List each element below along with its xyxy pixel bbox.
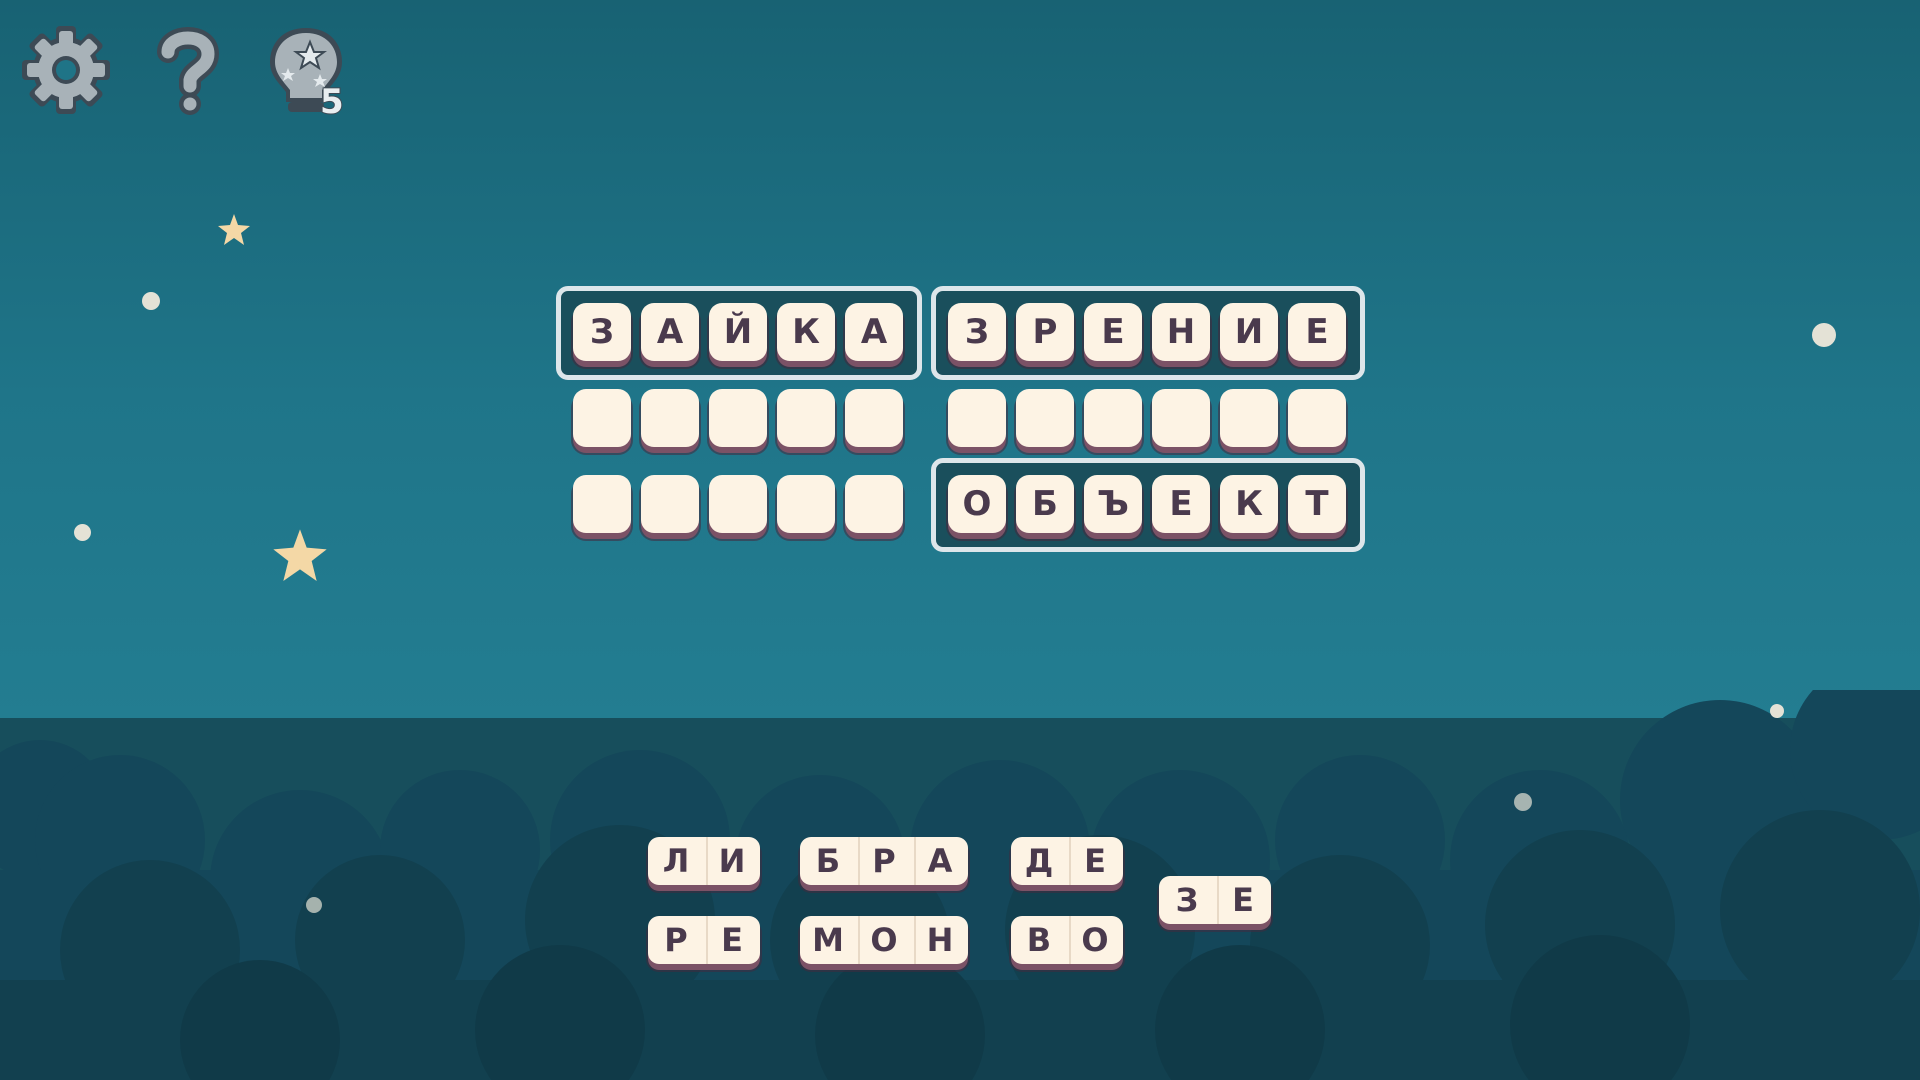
letter-tile: О bbox=[948, 475, 1006, 533]
empty-letter-slot[interactable] bbox=[777, 475, 835, 533]
star-dot bbox=[306, 897, 322, 913]
letter-tile: К bbox=[1220, 475, 1278, 533]
hints-button[interactable]: 5 bbox=[258, 22, 354, 123]
letter-tile: З bbox=[573, 303, 631, 361]
syllable-piece[interactable]: БРА bbox=[800, 837, 968, 885]
letter-tile: Е bbox=[1152, 475, 1210, 533]
piece-letter: Р bbox=[664, 921, 688, 959]
star-dot bbox=[142, 292, 160, 310]
piece-letter: Н bbox=[914, 916, 964, 964]
empty-letter-slot[interactable] bbox=[641, 389, 699, 447]
syllable-piece[interactable]: ЛИ bbox=[648, 837, 760, 885]
piece-letter: Л bbox=[662, 842, 690, 880]
piece-letter: О bbox=[1069, 916, 1119, 964]
star-icon bbox=[218, 214, 250, 245]
empty-letter-slot[interactable] bbox=[1016, 389, 1074, 447]
letter-tile: Т bbox=[1288, 475, 1346, 533]
star-dot bbox=[1514, 793, 1532, 811]
empty-letter-slot[interactable] bbox=[1152, 389, 1210, 447]
syllable-piece[interactable]: ДЕ bbox=[1011, 837, 1123, 885]
piece-letter: Е bbox=[1069, 837, 1119, 885]
clouds-decoration bbox=[0, 690, 1920, 1080]
empty-letter-slot[interactable] bbox=[1084, 389, 1142, 447]
piece-letter: А bbox=[914, 837, 964, 885]
syllable-piece[interactable]: ВО bbox=[1011, 916, 1123, 964]
syllable-piece[interactable]: МОН bbox=[800, 916, 968, 964]
letter-tile: И bbox=[1220, 303, 1278, 361]
letter-tile: Н bbox=[1152, 303, 1210, 361]
question-mark-icon bbox=[157, 27, 220, 115]
empty-letter-slot[interactable] bbox=[845, 475, 903, 533]
letter-tile: А bbox=[845, 303, 903, 361]
empty-letter-slot[interactable] bbox=[1288, 389, 1346, 447]
syllable-piece[interactable]: РЕ bbox=[648, 916, 760, 964]
empty-letter-slot[interactable] bbox=[709, 389, 767, 447]
star-icon bbox=[273, 529, 327, 581]
empty-letter-slot[interactable] bbox=[573, 475, 631, 533]
letter-tile: А bbox=[641, 303, 699, 361]
piece-letter: Д bbox=[1024, 842, 1054, 880]
letter-tile: Е bbox=[1288, 303, 1346, 361]
empty-letter-slot[interactable] bbox=[845, 389, 903, 447]
piece-letter: Р bbox=[858, 837, 908, 885]
letter-tile: Й bbox=[709, 303, 767, 361]
piece-letter: Е bbox=[1217, 876, 1267, 924]
letter-tile: Б bbox=[1016, 475, 1074, 533]
empty-letter-slot[interactable] bbox=[1220, 389, 1278, 447]
syllable-piece[interactable]: ЗЕ bbox=[1159, 876, 1271, 924]
piece-letter: О bbox=[858, 916, 908, 964]
piece-letter: И bbox=[706, 837, 756, 885]
piece-letter: Б bbox=[815, 842, 841, 880]
piece-letter: З bbox=[1175, 881, 1199, 919]
piece-letter: В bbox=[1026, 921, 1052, 959]
empty-letter-slot[interactable] bbox=[573, 389, 631, 447]
letter-tile: З bbox=[948, 303, 1006, 361]
piece-letter: М bbox=[812, 921, 844, 959]
empty-letter-slot[interactable] bbox=[641, 475, 699, 533]
star-dot bbox=[74, 524, 91, 541]
letter-tile: Р bbox=[1016, 303, 1074, 361]
gear-icon bbox=[22, 26, 110, 114]
settings-button[interactable] bbox=[18, 22, 114, 118]
piece-letter: Е bbox=[706, 916, 756, 964]
empty-letter-slot[interactable] bbox=[777, 389, 835, 447]
star-dot bbox=[1812, 323, 1836, 347]
help-button[interactable] bbox=[140, 22, 236, 118]
star-dot bbox=[1770, 704, 1784, 718]
empty-letter-slot[interactable] bbox=[948, 389, 1006, 447]
letter-tile: Ъ bbox=[1084, 475, 1142, 533]
letter-tile: Е bbox=[1084, 303, 1142, 361]
empty-letter-slot[interactable] bbox=[709, 475, 767, 533]
hints-count: 5 bbox=[319, 81, 345, 123]
letter-tile: К bbox=[777, 303, 835, 361]
